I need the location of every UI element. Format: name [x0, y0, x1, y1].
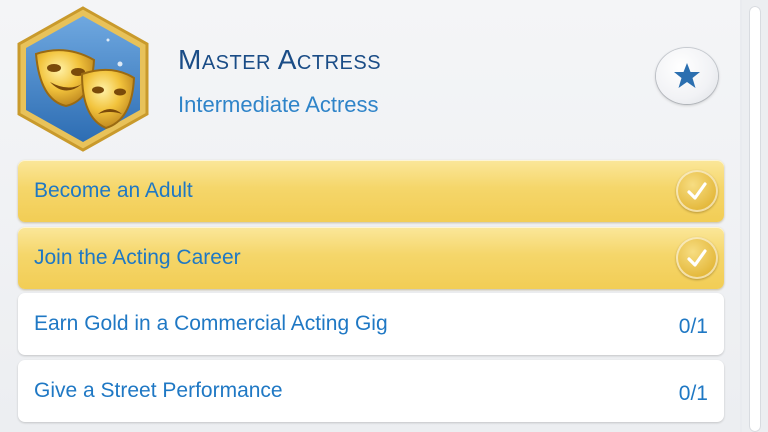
star-icon — [674, 63, 700, 88]
milestone-row: Become an Adult — [18, 160, 724, 222]
milestone-label: Become an Adult — [34, 179, 193, 202]
milestone-label: Join the Acting Career — [34, 246, 241, 269]
milestone-label: Give a Street Performance — [34, 379, 283, 402]
milestone-row: Earn Gold in a Commercial Acting Gig 0/1 — [18, 293, 724, 355]
scrollbar-thumb[interactable] — [749, 6, 761, 432]
track-aspiration-button[interactable] — [656, 48, 718, 104]
aspiration-panel: Master Actress Intermediate Actress Beco… — [0, 0, 740, 432]
milestone-progress: 0/1 — [678, 382, 708, 405]
milestone-row: Join the Acting Career — [18, 227, 724, 289]
checkmark-icon — [676, 170, 718, 212]
aspiration-subtitle: Intermediate Actress — [178, 92, 379, 117]
milestone-label: Earn Gold in a Commercial Acting Gig — [34, 312, 388, 335]
milestone-row: Give a Street Performance 0/1 — [18, 360, 724, 422]
milestone-progress: 0/1 — [678, 315, 708, 338]
aspiration-title: Master Actress — [178, 44, 382, 75]
aspiration-badge-icon — [17, 6, 149, 152]
checkmark-icon — [676, 237, 718, 279]
